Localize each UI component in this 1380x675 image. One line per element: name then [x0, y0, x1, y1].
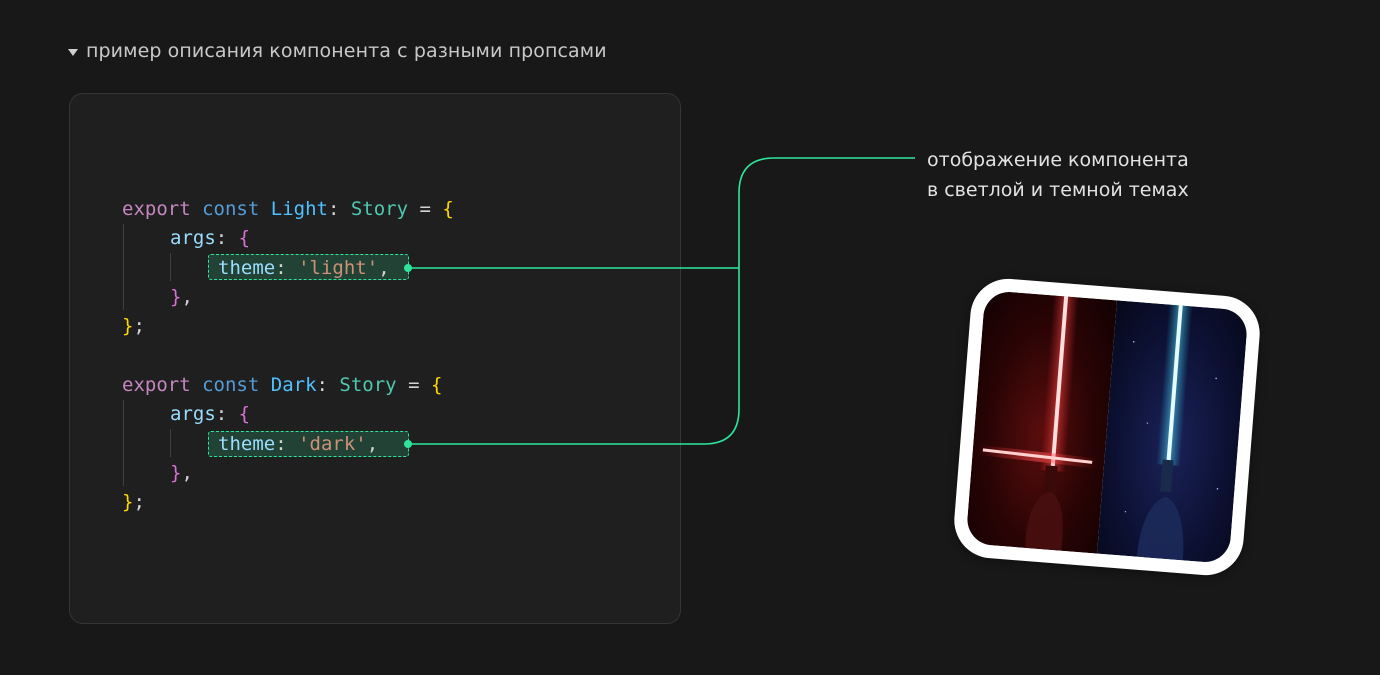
preview-card	[951, 276, 1263, 578]
preview-image	[965, 290, 1249, 564]
connector-dot-light	[404, 264, 412, 272]
annotation-text: отображение компонента в светлой и темно…	[927, 145, 1189, 205]
blue-lightsaber-half	[1097, 300, 1249, 564]
red-lightsaber-half	[965, 290, 1117, 554]
connector-dot-dark	[404, 440, 412, 448]
annotation-line-2: в светлой и темной темах	[927, 179, 1189, 201]
blue-lightsaber-icon	[1124, 304, 1219, 561]
red-lightsaber-icon	[977, 295, 1098, 551]
connector-dark	[409, 157, 915, 445]
annotation-line-1: отображение компонента	[927, 149, 1189, 171]
